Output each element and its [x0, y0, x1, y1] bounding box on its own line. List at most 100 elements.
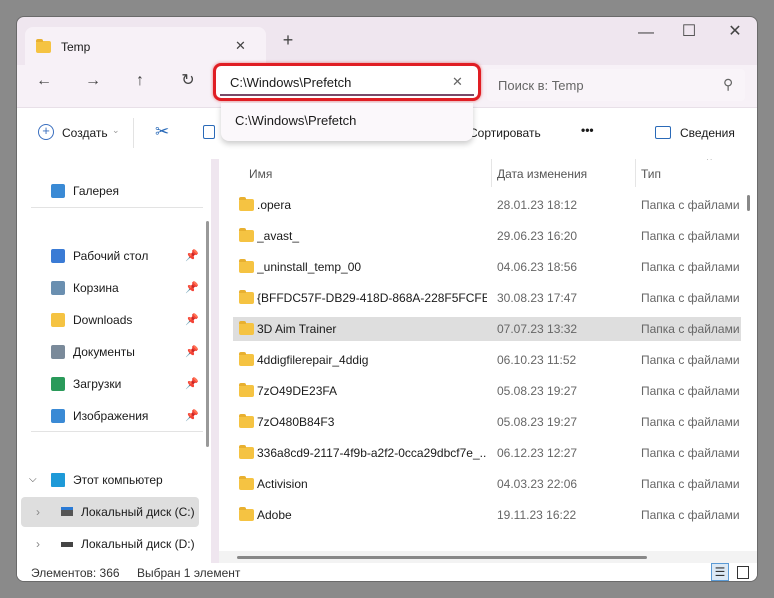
sidebar-item-2[interactable]: Downloads 📌	[17, 305, 211, 335]
tab-temp[interactable]: Temp ✕	[25, 27, 266, 67]
chevron-right-icon: ›	[36, 505, 40, 519]
file-type: Папка с файлами	[641, 353, 740, 367]
refresh-button[interactable]: ↻	[178, 73, 198, 89]
pin-icon[interactable]: 📌	[185, 401, 199, 431]
folder-icon	[239, 445, 254, 459]
sidebar-item-3[interactable]: Документы 📌	[17, 337, 211, 367]
file-row[interactable]: 3D Aim Trainer 07.07.23 13:32 Папка с файл…	[233, 317, 741, 341]
file-type: Папка с файлами	[641, 260, 740, 274]
chevron-down-icon: ⌄	[112, 125, 120, 135]
sidebar-label: Загрузки	[73, 377, 122, 391]
pin-icon[interactable]: 📌	[185, 305, 199, 335]
chevron-right-icon: ›	[36, 537, 40, 551]
computer-icon	[51, 473, 65, 487]
more-options-button[interactable]: •••	[581, 123, 594, 137]
pin-icon[interactable]: 📌	[185, 273, 199, 303]
close-window-button[interactable]: ✕	[725, 24, 745, 40]
back-button[interactable]: ←	[34, 73, 54, 89]
sidebar-item-0[interactable]: Рабочий стол 📌	[17, 241, 211, 271]
input-underline	[220, 94, 474, 96]
recycle-bin-icon	[51, 281, 65, 295]
file-type: Папка с файлами	[641, 415, 740, 429]
file-date: 28.01.23 18:12	[497, 198, 578, 212]
create-button[interactable]: Создать	[62, 126, 108, 140]
search-box[interactable]: Поиск в: Temp ⚲	[487, 69, 745, 101]
minimize-button[interactable]: —	[636, 25, 656, 41]
maximize-button[interactable]: ☐	[679, 24, 699, 40]
new-tab-button[interactable]: +	[278, 31, 298, 49]
sidebar-item-5[interactable]: Изображения 📌	[17, 401, 211, 431]
close-tab-icon[interactable]: ✕	[235, 38, 246, 54]
copy-icon[interactable]	[203, 125, 215, 139]
file-name: Adobe	[257, 508, 292, 522]
folder-icon	[239, 476, 254, 490]
sidebar-item-drive-c[interactable]: › Локальный диск (C:)	[21, 497, 199, 527]
autocomplete-item[interactable]: C:\Windows\Prefetch	[235, 113, 356, 128]
column-header-type[interactable]: Тип	[641, 167, 661, 181]
details-button[interactable]: Сведения	[680, 126, 735, 140]
sidebar-item-1[interactable]: Корзина 📌	[17, 273, 211, 303]
file-row[interactable]: 7zO49DE23FA 05.08.23 19:27 Папка с файлами	[233, 379, 741, 403]
sidebar-label: Локальный диск (C:)	[81, 505, 195, 519]
column-header-name[interactable]: Имя	[249, 167, 272, 181]
sidebar-label: Корзина	[73, 281, 119, 295]
file-row[interactable]: .opera 28.01.23 18:12 Папка с файлами	[233, 193, 741, 217]
file-date: 30.08.23 17:47	[497, 291, 578, 305]
sidebar-label: Галерея	[73, 184, 120, 198]
column-header-date[interactable]: Дата изменения	[497, 167, 587, 181]
navigation-pane: Галерея Рабочий стол 📌 Корзина 📌 Downloads 📌 Д…	[17, 159, 211, 563]
file-date: 07.07.23 13:32	[497, 322, 578, 336]
file-name: _uninstall_temp_00	[257, 260, 362, 274]
horizontal-scrollbar[interactable]	[237, 556, 647, 559]
file-row[interactable]: Adobe 19.11.23 16:22 Папка с файлами	[233, 503, 741, 527]
column-separator[interactable]	[635, 159, 636, 187]
item-count: Элементов: 366	[31, 566, 120, 580]
column-headers: Имя Дата изменения Тип ^	[219, 159, 757, 187]
address-bar-input[interactable]: C:\Windows\Prefetch ✕	[213, 63, 481, 101]
file-row[interactable]: _uninstall_temp_00 04.06.23 18:56 Папка с …	[233, 255, 741, 279]
file-name: 3D Aim Trainer	[257, 322, 337, 336]
sidebar-item-gallery[interactable]: Галерея	[17, 176, 211, 206]
file-type: Папка с файлами	[641, 322, 740, 336]
chevron-down-icon: ⌵	[29, 474, 37, 485]
file-row[interactable]: 336a8cd9-2117-4f9b-a2f2-0cca29dbcf7e_...…	[233, 441, 741, 465]
file-type: Папка с файлами	[641, 477, 740, 491]
pin-icon[interactable]: 📌	[185, 369, 199, 399]
clear-address-icon[interactable]: ✕	[452, 74, 463, 90]
pin-icon[interactable]: 📌	[185, 337, 199, 367]
sort-button[interactable]: Сортировать	[469, 126, 541, 140]
file-list: Имя Дата изменения Тип ^ .opera 28.01.23 …	[219, 159, 757, 563]
file-date: 05.08.23 19:27	[497, 415, 578, 429]
tiles-view-button[interactable]	[737, 566, 749, 579]
file-row[interactable]: _avast_ 29.06.23 16:20 Папка с файлами	[233, 224, 741, 248]
pin-icon[interactable]: 📌	[185, 241, 199, 271]
file-date: 04.03.23 22:06	[497, 477, 578, 491]
tab-title: Temp	[61, 40, 91, 54]
documents-icon	[51, 345, 65, 359]
folder-icon	[239, 414, 254, 428]
divider	[133, 118, 134, 148]
file-row[interactable]: 4ddigfilerepair_4ddig 06.10.23 11:52 Папка…	[233, 348, 741, 372]
file-row[interactable]: Activision 04.03.23 22:06 Папка с файлами	[233, 472, 741, 496]
up-button[interactable]: ↑	[130, 73, 150, 89]
vertical-scrollbar[interactable]	[747, 195, 750, 211]
file-name: 7zO480B84F3	[257, 415, 335, 429]
details-view-button[interactable]: ☰	[711, 563, 729, 581]
forward-button[interactable]: →	[83, 73, 103, 89]
selection-count: Выбран 1 элемент	[137, 566, 241, 580]
details-pane-icon	[655, 126, 671, 139]
file-type: Папка с файлами	[641, 291, 740, 305]
folder-icon	[239, 383, 254, 397]
file-row[interactable]: 7zO480B84F3 05.08.23 19:27 Папка с файлами	[233, 410, 741, 434]
sidebar-item-4[interactable]: Загрузки 📌	[17, 369, 211, 399]
file-type: Папка с файлами	[641, 384, 740, 398]
sidebar-scrollbar[interactable]	[206, 221, 209, 447]
column-separator[interactable]	[491, 159, 492, 187]
sidebar-item-this-pc[interactable]: ⌵ Этот компьютер	[17, 465, 211, 495]
file-row[interactable]: {BFFDC57F-DB29-418D-868A-228F5FCFE... 30.…	[233, 286, 741, 310]
folder-icon	[36, 39, 51, 53]
sidebar-item-drive-d[interactable]: › Локальный диск (D:)	[17, 529, 211, 559]
desktop-icon	[51, 249, 65, 263]
file-name: 7zO49DE23FA	[257, 384, 338, 398]
cut-icon[interactable]: ✂	[155, 122, 169, 142]
